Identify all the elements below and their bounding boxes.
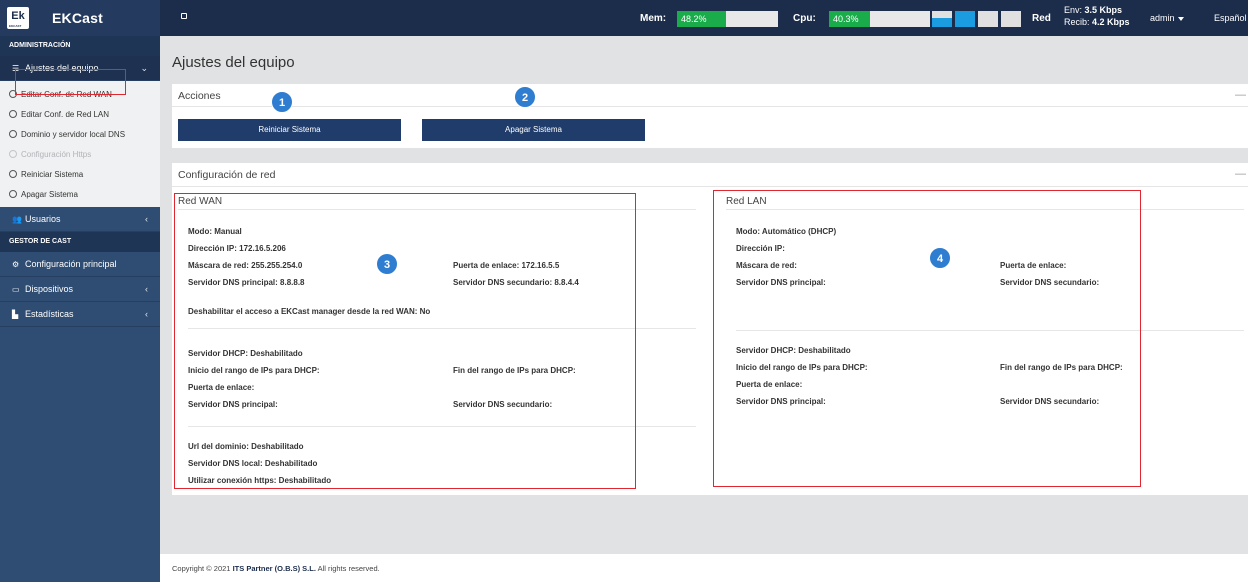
users-icon: 👥: [12, 215, 22, 224]
footer: Copyright © 2021 ITS Partner (O.B.S) S.L…: [160, 554, 1248, 582]
circle-icon: [9, 110, 17, 118]
sidebar-item-dispositivos[interactable]: ▭ Dispositivos ‹: [0, 277, 160, 302]
gears-icon: ⚙: [12, 260, 20, 269]
traffic-readout: Env: 3.5 Kbps Recib: 4.2 Kbps: [1064, 4, 1130, 28]
mem-label: Mem:: [640, 13, 667, 24]
subitem-label: Dominio y servidor local DNS: [21, 130, 126, 139]
company-link[interactable]: ITS Partner (O.B.S) S.L.: [233, 564, 316, 573]
sidebar-section-admin: ADMINISTRACIÓN: [0, 36, 160, 56]
acciones-box: Acciones — Reiniciar Sistema Apagar Sist…: [172, 84, 1248, 148]
circle-icon: [9, 150, 17, 158]
config-red-title: Configuración de red: [178, 169, 276, 181]
sidebar-item-label: Dispositivos: [25, 284, 74, 294]
step-badge: 4: [929, 247, 951, 269]
user-menu[interactable]: admin: [1150, 13, 1184, 23]
logo-text: Ek: [11, 10, 25, 22]
recib-value: 4.2 Kbps: [1092, 17, 1130, 27]
network-activity-indicator: [932, 11, 952, 27]
subitem-label: Reiniciar Sistema: [21, 170, 84, 179]
circle-icon: [9, 190, 17, 198]
caret-down-icon: [1177, 16, 1184, 21]
cpu-label: Cpu:: [793, 13, 816, 24]
sidebar-item-usuarios[interactable]: 👥 Usuarios ‹: [0, 207, 160, 232]
minimize-icon[interactable]: —: [1235, 168, 1246, 180]
network-activity-indicator: [1001, 11, 1021, 27]
sidebar-item-configuracion[interactable]: ⚙ Configuración principal: [0, 252, 160, 277]
network-activity-indicator: [955, 11, 975, 27]
subitem-label: Editar Conf. de Red LAN: [21, 110, 110, 119]
network-label: Red: [1032, 13, 1051, 24]
sidebar-item-label: Estadísticas: [25, 309, 74, 319]
recib-label: Recib:: [1064, 17, 1090, 27]
acciones-title: Acciones: [178, 90, 221, 102]
sidebar-subitem-apagar[interactable]: Apagar Sistema: [0, 185, 160, 205]
sidebar-subitem-https: Configuración Https: [0, 145, 160, 165]
cpu-meter: 40.3%: [829, 11, 930, 27]
step-badge: 2: [514, 86, 536, 108]
circle-icon: [9, 170, 17, 178]
logo-subtext: EKCAST: [9, 24, 22, 28]
sidebar-section-cast: GESTOR DE CAST: [0, 232, 160, 252]
language-selector[interactable]: Español: [1214, 13, 1247, 23]
circle-icon: [9, 130, 17, 138]
step-badge: 3: [376, 253, 398, 275]
chevron-left-icon: ‹: [145, 309, 148, 319]
chart-icon: ▙: [12, 310, 19, 319]
network-activity-indicator: [978, 11, 998, 27]
subitem-label: Apagar Sistema: [21, 190, 78, 199]
highlight-box-wan: [174, 193, 636, 489]
cpu-meter-fill: 40.3%: [829, 11, 870, 27]
chevron-down-icon: ⌄: [140, 63, 148, 73]
subitem-label: Configuración Https: [21, 150, 92, 159]
sidebar-item-estadisticas[interactable]: ▙ Estadísticas ‹: [0, 302, 160, 327]
step-badge: 1: [271, 91, 293, 113]
logo-area[interactable]: Ek EKCAST EKCast: [0, 0, 160, 36]
page-title: Ajustes del equipo: [172, 54, 295, 71]
user-name: admin: [1150, 13, 1175, 23]
copyright-text: Copyright © 2021 ITS Partner (O.B.S) S.L…: [172, 564, 380, 573]
copyright-suffix: All rights reserved.: [317, 564, 380, 573]
divider: [172, 106, 1248, 107]
cpu-value: 40.3%: [833, 14, 859, 24]
reiniciar-button[interactable]: Reiniciar Sistema: [178, 119, 401, 141]
highlight-box-sidebar: [15, 69, 126, 95]
mem-value: 48.2%: [681, 14, 707, 24]
chevron-left-icon: ‹: [145, 214, 148, 224]
mem-meter-fill: 48.2%: [677, 11, 726, 27]
devices-icon: ▭: [12, 285, 20, 294]
highlight-box-lan: [713, 190, 1141, 487]
env-label: Env:: [1064, 5, 1083, 15]
sidebar: ADMINISTRACIÓN ☰ Ajustes del equipo ⌄ Edi…: [0, 36, 160, 582]
sidebar-item-label: Usuarios: [25, 214, 61, 224]
sidebar-subitem-dns[interactable]: Dominio y servidor local DNS: [0, 125, 160, 145]
minimize-icon[interactable]: —: [1235, 89, 1246, 101]
sidebar-submenu: Editar Conf. de Red WAN Editar Conf. de …: [0, 81, 160, 207]
app-logo: Ek EKCAST: [7, 7, 29, 29]
divider: [172, 186, 1248, 187]
env-value: 3.5 Kbps: [1084, 5, 1123, 15]
apagar-button[interactable]: Apagar Sistema: [422, 119, 645, 141]
sidebar-subitem-lan[interactable]: Editar Conf. de Red LAN: [0, 105, 160, 125]
sidebar-toggle-icon[interactable]: [181, 13, 187, 19]
copyright-prefix: Copyright © 2021: [172, 564, 231, 573]
chevron-left-icon: ‹: [145, 284, 148, 294]
app-title: EKCast: [52, 10, 103, 26]
top-header: Ek EKCAST EKCast Mem: 48.2% Cpu: 40.3% R…: [0, 0, 1248, 36]
sidebar-subitem-reiniciar[interactable]: Reiniciar Sistema: [0, 165, 160, 185]
mem-meter: 48.2%: [677, 11, 778, 27]
sidebar-item-label: Configuración principal: [25, 259, 117, 269]
